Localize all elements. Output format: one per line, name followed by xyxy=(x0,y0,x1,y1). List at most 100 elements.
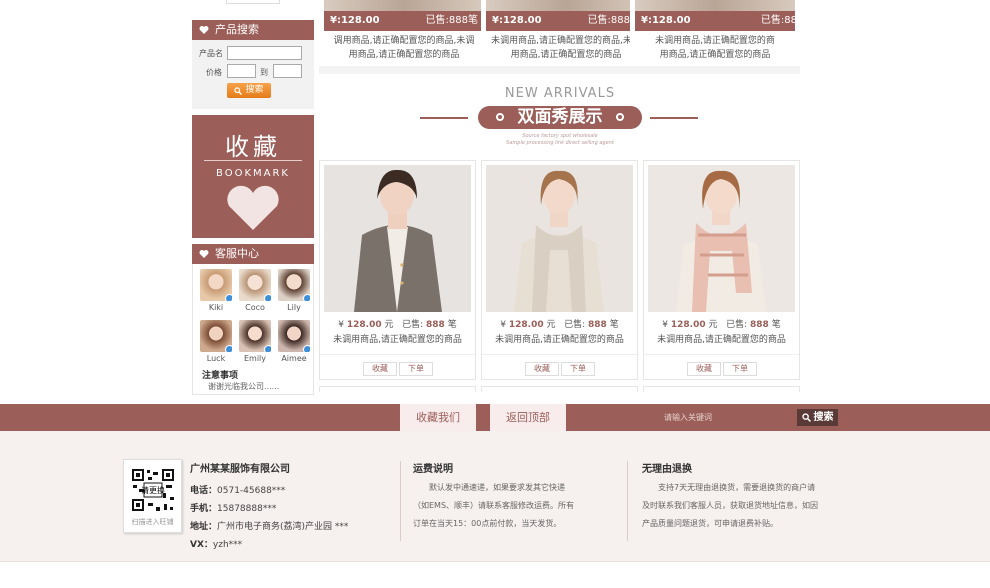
chat-icon xyxy=(225,345,232,352)
returns-text: 支持7天无理由退换货，需要退换货的商户请 及时联系我们客服人员，获取退货地址信息… xyxy=(642,479,847,533)
top-desc-line: 用商品,请正确配置您的商品 xyxy=(348,50,460,60)
product-card[interactable]: ¥ 128.00 元 已售: 888 笔 未调用商品,请正确配置您的商品 收藏 … xyxy=(319,160,476,380)
section-subtitle: Sample processing link direct selling ag… xyxy=(506,140,614,146)
cream-scarf-photo xyxy=(486,165,633,312)
top-sold: 已售:888笔 xyxy=(425,15,478,26)
returns-title: 无理由退换 xyxy=(642,464,692,475)
agent-luck[interactable]: Luck xyxy=(199,320,233,363)
top-price: ¥:128.00 xyxy=(641,15,691,26)
notice-text: 谢谢光临我公司...... xyxy=(208,382,280,391)
vx-label: VX： xyxy=(190,540,213,550)
bookmark-title-en: BOOKMARK xyxy=(216,168,290,179)
favorite-us-tab[interactable]: 收藏我们 xyxy=(400,404,476,431)
title-divider-right xyxy=(650,117,698,119)
price-unit: 元 xyxy=(708,320,718,330)
mobile-value: 15878888*** xyxy=(217,504,277,514)
sold-label: 已售: xyxy=(726,320,748,330)
bookmark-banner[interactable]: 收藏 BOOKMARK xyxy=(192,115,314,238)
product-card[interactable]: ¥ 128.00 元 已售: 888 笔 未调用商品,请正确配置您的商品 收藏 … xyxy=(643,160,800,380)
section-title-en: NEW ARRIVALS xyxy=(504,86,616,101)
favorite-button[interactable]: 收藏 xyxy=(687,362,721,376)
grey-cardigan-photo xyxy=(324,165,471,312)
next-row-card-fragment xyxy=(643,386,800,392)
product-price: 128.00 xyxy=(346,320,382,330)
top-price-bar: ¥:128.00 已售:888笔 xyxy=(324,11,484,31)
shipping-line: （如EMS、顺丰）请联系客服修改运费。所有 xyxy=(413,501,575,510)
shipping-line: 订单在当天15：00点前付款，当天发货。 xyxy=(413,519,562,528)
heart-icon xyxy=(199,26,209,34)
agent-aimee[interactable]: Aimee xyxy=(277,320,311,363)
top-price: ¥:128.00 xyxy=(492,15,542,26)
svg-text:请更换: 请更换 xyxy=(141,485,165,495)
price-max-input[interactable] xyxy=(273,64,302,78)
mobile-label: 手机： xyxy=(190,504,218,514)
product-card[interactable]: ¥ 128.00 元 已售: 888 笔 未调用商品,请正确配置您的商品 收藏 … xyxy=(481,160,638,380)
circle-icon xyxy=(616,113,624,121)
top-product-card[interactable]: ¥:128.00 已售:888笔 未调用商品,请正确配置您的商品,未调 用商品,… xyxy=(481,0,651,66)
customer-service-title: 客服中心 xyxy=(215,247,259,260)
product-name-input[interactable] xyxy=(227,46,302,60)
company-mobile: 手机：15878888*** xyxy=(190,501,276,514)
top-desc-line: 调用商品,请正确配置您的商品,未调 xyxy=(333,36,475,46)
agent-name: Kiki xyxy=(208,303,224,312)
qr-code-icon: 请更换 xyxy=(130,467,176,513)
chat-icon xyxy=(303,345,310,352)
product-search-panel: 产品名 价格 到 搜索 xyxy=(192,40,314,109)
product-desc: 未调用商品,请正确配置您的商品 xyxy=(333,335,462,345)
nav-search-input[interactable]: 请输入关键词 xyxy=(660,409,796,426)
sidebar-search-button[interactable]: 搜索 xyxy=(227,83,271,98)
order-button[interactable]: 下单 xyxy=(723,362,757,376)
avatar xyxy=(239,269,271,301)
bottom-nav-bar: 收藏我们 返回顶部 请输入关键词 搜索 xyxy=(0,404,990,431)
avatar xyxy=(278,269,310,301)
top-product-card[interactable]: ¥:128.00 已售:88 未调用商品,请正确配置您的商 用商品,请正确配置您… xyxy=(630,0,800,66)
back-to-top-tab[interactable]: 返回顶部 xyxy=(490,404,566,431)
section-title-pill: 双面秀展示 xyxy=(478,106,642,129)
footer-divider xyxy=(627,461,628,541)
price-unit: 元 xyxy=(384,320,394,330)
avatar xyxy=(200,320,232,352)
order-button[interactable]: 下单 xyxy=(399,362,433,376)
agent-lily[interactable]: Lily xyxy=(277,269,311,312)
sold-count: 888 xyxy=(750,320,769,330)
product-price: 128.00 xyxy=(670,320,706,330)
product-search-title: 产品搜索 xyxy=(215,23,259,36)
top-desc-line: 用商品,请正确配置您的商品 xyxy=(510,50,622,60)
returns-line: 产品质量问题退货，可申请退费补贴。 xyxy=(642,519,778,528)
product-name-label: 产品名 xyxy=(199,49,223,58)
agent-coco[interactable]: Coco xyxy=(238,269,272,312)
heart-icon xyxy=(199,250,209,258)
agent-kiki[interactable]: Kiki xyxy=(199,269,233,312)
top-desc: 未调用商品,请正确配置您的商品,未调 用商品,请正确配置您的商品 xyxy=(481,34,651,62)
nav-search-button[interactable]: 搜索 xyxy=(797,409,838,426)
top-product-card[interactable]: ¥:128.00 已售:888笔 调用商品,请正确配置您的商品,未调 用商品,请… xyxy=(319,0,489,66)
agent-name: Emily xyxy=(243,354,267,363)
agent-name: Luck xyxy=(206,354,226,363)
avatar xyxy=(239,320,271,352)
section-subtitle: Source factory spot wholesale xyxy=(522,133,598,139)
sidebar-search-label: 搜索 xyxy=(245,85,264,95)
product-price: 128.00 xyxy=(508,320,544,330)
product-image xyxy=(486,0,646,11)
favorite-button[interactable]: 收藏 xyxy=(363,362,397,376)
agent-emily[interactable]: Emily xyxy=(238,320,272,363)
top-desc-line: 未调用商品,请正确配置您的商品,未调 xyxy=(491,36,641,46)
footer-divider xyxy=(400,461,401,541)
bookmark-title-cn: 收藏 xyxy=(225,133,281,161)
order-button[interactable]: 下单 xyxy=(561,362,595,376)
product-image xyxy=(648,165,795,312)
avatar xyxy=(278,320,310,352)
top-price-bar: ¥:128.00 已售:888笔 xyxy=(486,11,646,31)
next-row-card-fragment xyxy=(481,386,638,392)
product-price-line: ¥ 128.00 元 已售: 888 笔 xyxy=(644,317,799,330)
company-name: 广州某某服饰有限公司 xyxy=(190,464,290,475)
price-label: 价格 xyxy=(206,68,222,77)
price-min-input[interactable] xyxy=(227,64,256,78)
top-price-bar: ¥:128.00 已售:88 xyxy=(635,11,797,31)
company-address: 地址：广州市电子商务(荔湾)产业园 *** xyxy=(190,519,348,532)
search-icon xyxy=(234,86,243,95)
chat-icon xyxy=(264,294,271,301)
product-price-line: ¥ 128.00 元 已售: 888 笔 xyxy=(482,317,637,330)
favorite-button[interactable]: 收藏 xyxy=(525,362,559,376)
chat-icon xyxy=(225,294,232,301)
